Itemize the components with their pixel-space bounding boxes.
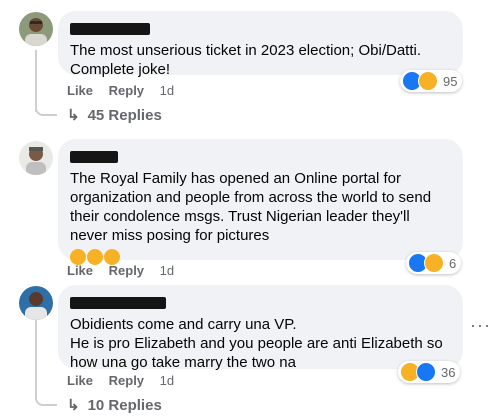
reaction-count: 36 — [441, 364, 456, 380]
redacted-commenter-name[interactable] — [70, 23, 150, 35]
like-button[interactable]: Like — [67, 263, 93, 278]
reaction-summary[interactable]: 95 — [400, 70, 463, 92]
reaction-count: 95 — [443, 73, 458, 89]
replies-count-label: 10 Replies — [87, 397, 162, 414]
replies-count-label: 45 Replies — [87, 107, 162, 124]
comment-timestamp[interactable]: 1d — [160, 373, 174, 388]
comment-actions: Like Reply 1d — [67, 83, 186, 98]
reaction-count: 6 — [449, 255, 457, 271]
thread-line — [35, 318, 37, 400]
comment-text: The Royal Family has opened an Online po… — [70, 170, 432, 244]
comment-text: Obidients come and carry una VP. He is p… — [70, 316, 443, 371]
comment-text: The most unserious ticket in 2023 electi… — [70, 42, 422, 78]
comment-bubble: The most unserious ticket in 2023 electi… — [58, 11, 463, 78]
haha-icon — [418, 71, 438, 91]
comment-timestamp[interactable]: 1d — [160, 83, 174, 98]
commenter-avatar[interactable] — [19, 12, 53, 46]
reaction-summary[interactable]: 6 — [406, 252, 462, 274]
comment-bubble: Obidients come and carry una VP. He is p… — [58, 285, 463, 371]
comment-bubble: The Royal Family has opened an Online po… — [58, 139, 463, 265]
like-button[interactable]: Like — [67, 83, 93, 98]
haha-icon — [424, 253, 444, 273]
view-replies-link[interactable]: ↳ 10 Replies — [67, 396, 162, 414]
reply-button[interactable]: Reply — [109, 263, 144, 278]
redacted-commenter-name[interactable] — [70, 151, 118, 163]
reply-arrow-icon: ↳ — [67, 107, 80, 124]
like-icon — [416, 362, 436, 382]
comment-actions: Like Reply 1d — [67, 373, 186, 388]
thread-elbow — [35, 100, 57, 116]
thread-elbow — [35, 390, 57, 406]
reply-arrow-icon: ↳ — [67, 397, 80, 414]
like-button[interactable]: Like — [67, 373, 93, 388]
comment-timestamp[interactable]: 1d — [160, 263, 174, 278]
commenter-avatar[interactable] — [19, 286, 53, 320]
more-horizontal-icon[interactable]: ··· — [470, 315, 491, 336]
comment-actions: Like Reply 1d — [67, 263, 186, 278]
view-replies-link[interactable]: ↳ 45 Replies — [67, 106, 162, 124]
reaction-summary[interactable]: 36 — [398, 361, 461, 383]
redacted-commenter-name[interactable] — [70, 297, 166, 309]
commenter-avatar[interactable] — [19, 141, 53, 175]
reply-button[interactable]: Reply — [109, 83, 144, 98]
reply-button[interactable]: Reply — [109, 373, 144, 388]
